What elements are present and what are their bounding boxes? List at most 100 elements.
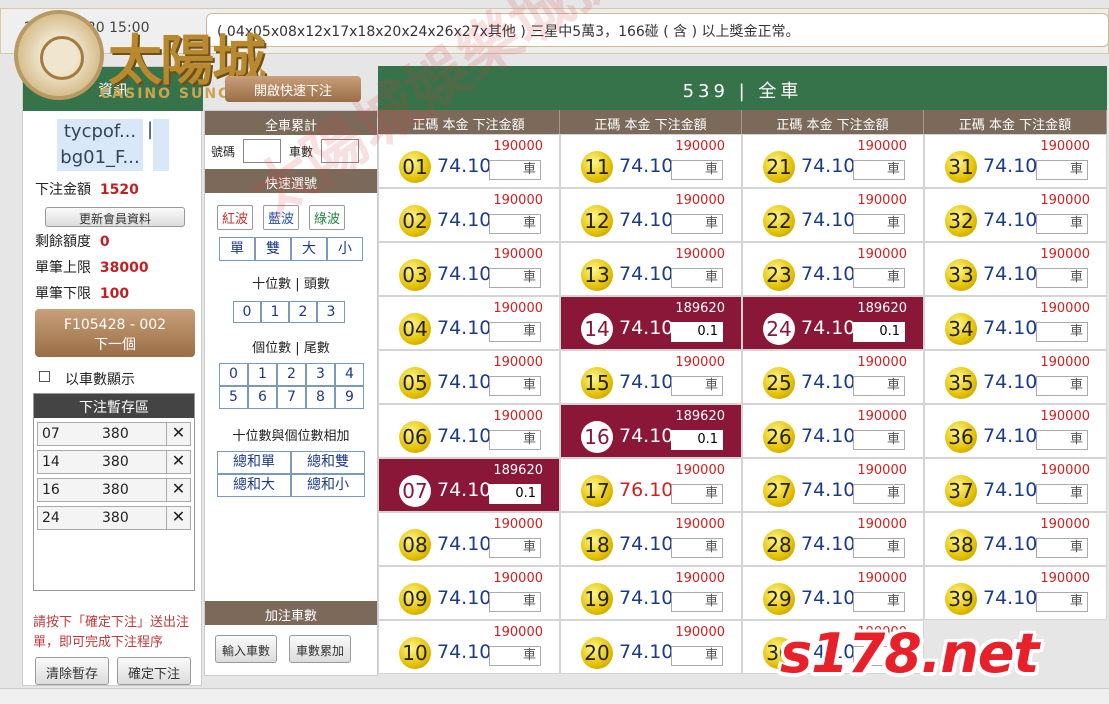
bet-input[interactable]: 車 bbox=[489, 592, 541, 612]
bet-input[interactable]: 車 bbox=[489, 376, 541, 396]
bet-input[interactable]: 車 bbox=[671, 592, 723, 612]
number-cell[interactable]: 28 74.10 190000 車 bbox=[742, 512, 924, 566]
bet-input[interactable]: 0.1 bbox=[671, 430, 723, 450]
number-cell[interactable]: 02 74.10 190000 車 bbox=[378, 188, 560, 242]
type-button[interactable]: 大 bbox=[291, 237, 327, 261]
units-button[interactable]: 3 bbox=[306, 363, 335, 386]
tens-button[interactable]: 2 bbox=[289, 301, 317, 323]
wave-button[interactable]: 綠波 bbox=[309, 205, 346, 230]
bet-input[interactable]: 車 bbox=[671, 160, 723, 180]
number-cell[interactable]: 29 74.10 190000 車 bbox=[742, 566, 924, 620]
number-cell[interactable]: 01 74.10 190000 車 bbox=[378, 134, 560, 188]
units-button[interactable]: 4 bbox=[335, 363, 364, 386]
number-cell[interactable]: 16 74.10 189620 0.1 bbox=[560, 404, 742, 458]
bet-input[interactable]: 車 bbox=[671, 214, 723, 234]
number-cell[interactable]: 37 74.10 190000 車 bbox=[924, 458, 1107, 512]
bet-input[interactable]: 車 bbox=[671, 646, 723, 666]
number-cell[interactable]: 36 74.10 190000 車 bbox=[924, 404, 1107, 458]
number-cell[interactable]: 10 74.10 190000 車 bbox=[378, 620, 560, 674]
number-cell[interactable]: 06 74.10 190000 車 bbox=[378, 404, 560, 458]
number-cell[interactable]: 34 74.10 190000 車 bbox=[924, 296, 1107, 350]
number-cell[interactable]: 14 74.10 189620 0.1 bbox=[560, 296, 742, 350]
number-cell[interactable]: 17 76.10 190000 車 bbox=[560, 458, 742, 512]
number-cell[interactable]: 32 74.10 190000 車 bbox=[924, 188, 1107, 242]
bet-input[interactable]: 車 bbox=[1036, 592, 1088, 612]
number-input[interactable] bbox=[243, 139, 281, 163]
bet-input[interactable]: 車 bbox=[853, 592, 905, 612]
bet-input[interactable]: 車 bbox=[489, 646, 541, 666]
bet-input[interactable]: 0.1 bbox=[489, 484, 541, 504]
sum-button[interactable]: 總和小 bbox=[291, 474, 365, 497]
units-button[interactable]: 1 bbox=[248, 363, 277, 386]
bet-input[interactable]: 車 bbox=[853, 484, 905, 504]
next-order-button[interactable]: F105428 - 002 下一個 bbox=[35, 309, 195, 357]
bet-input[interactable]: 車 bbox=[489, 430, 541, 450]
number-cell[interactable]: 39 74.10 190000 車 bbox=[924, 566, 1107, 620]
bet-input[interactable]: 車 bbox=[489, 268, 541, 288]
number-cell[interactable]: 24 74.10 189620 0.1 bbox=[742, 296, 924, 350]
sum-button[interactable]: 總和單 bbox=[217, 451, 291, 474]
type-button[interactable]: 雙 bbox=[255, 237, 291, 261]
remove-icon[interactable]: ✕ bbox=[166, 423, 190, 445]
input-count-button[interactable]: 輸入車數 bbox=[215, 635, 277, 663]
number-cell[interactable]: 22 74.10 190000 車 bbox=[742, 188, 924, 242]
sum-button[interactable]: 總和雙 bbox=[291, 451, 365, 474]
remove-icon[interactable]: ✕ bbox=[166, 451, 190, 473]
bet-input[interactable]: 車 bbox=[489, 214, 541, 234]
bet-input[interactable]: 車 bbox=[671, 484, 723, 504]
number-cell[interactable]: 38 74.10 190000 車 bbox=[924, 512, 1107, 566]
number-cell[interactable]: 23 74.10 190000 車 bbox=[742, 242, 924, 296]
bet-input[interactable]: 車 bbox=[1036, 430, 1088, 450]
number-cell[interactable]: 08 74.10 190000 車 bbox=[378, 512, 560, 566]
bet-input[interactable]: 車 bbox=[853, 376, 905, 396]
number-cell[interactable]: 21 74.10 190000 車 bbox=[742, 134, 924, 188]
show-by-count-checkbox[interactable] bbox=[39, 371, 50, 382]
bet-input[interactable]: 車 bbox=[853, 160, 905, 180]
quick-bet-button[interactable]: 開啟快速下注 bbox=[225, 76, 361, 102]
units-button[interactable]: 5 bbox=[219, 386, 248, 409]
type-button[interactable]: 小 bbox=[327, 237, 363, 261]
number-cell[interactable]: 18 74.10 190000 車 bbox=[560, 512, 742, 566]
tens-button[interactable]: 3 bbox=[317, 301, 345, 323]
bet-input[interactable]: 車 bbox=[489, 538, 541, 558]
wave-button[interactable]: 紅波 bbox=[217, 205, 254, 230]
bet-input[interactable]: 車 bbox=[1036, 484, 1088, 504]
count-input[interactable] bbox=[321, 139, 359, 163]
accumulate-count-button[interactable]: 車數累加 bbox=[289, 635, 351, 663]
number-cell[interactable]: 09 74.10 190000 車 bbox=[378, 566, 560, 620]
remove-icon[interactable]: ✕ bbox=[166, 507, 190, 529]
units-button[interactable]: 9 bbox=[335, 386, 364, 409]
units-button[interactable]: 2 bbox=[277, 363, 306, 386]
bet-input[interactable]: 車 bbox=[1036, 376, 1088, 396]
number-cell[interactable]: 35 74.10 190000 車 bbox=[924, 350, 1107, 404]
bet-input[interactable]: 車 bbox=[853, 214, 905, 234]
number-cell[interactable]: 20 74.10 190000 車 bbox=[560, 620, 742, 674]
number-cell[interactable]: 27 74.10 190000 車 bbox=[742, 458, 924, 512]
bet-input[interactable]: 車 bbox=[671, 538, 723, 558]
wave-button[interactable]: 藍波 bbox=[263, 205, 300, 230]
bet-input[interactable]: 車 bbox=[1036, 160, 1088, 180]
type-button[interactable]: 單 bbox=[219, 237, 255, 261]
number-cell[interactable]: 31 74.10 190000 車 bbox=[924, 134, 1107, 188]
bet-input[interactable]: 車 bbox=[489, 322, 541, 342]
bet-input[interactable]: 車 bbox=[1036, 322, 1088, 342]
number-cell[interactable]: 19 74.10 190000 車 bbox=[560, 566, 742, 620]
number-cell[interactable]: 12 74.10 190000 車 bbox=[560, 188, 742, 242]
number-cell[interactable]: 26 74.10 190000 車 bbox=[742, 404, 924, 458]
confirm-bet-button[interactable]: 確定下注 bbox=[117, 657, 191, 685]
horizontal-scrollbar[interactable] bbox=[0, 688, 1109, 704]
number-cell[interactable]: 05 74.10 190000 車 bbox=[378, 350, 560, 404]
bet-input[interactable]: 車 bbox=[1036, 214, 1088, 234]
bet-input[interactable]: 車 bbox=[671, 376, 723, 396]
number-cell[interactable]: 33 74.10 190000 車 bbox=[924, 242, 1107, 296]
bet-input[interactable]: 0.1 bbox=[853, 322, 905, 342]
bet-input[interactable]: 車 bbox=[671, 268, 723, 288]
number-cell[interactable]: 25 74.10 190000 車 bbox=[742, 350, 924, 404]
units-button[interactable]: 0 bbox=[219, 363, 248, 386]
bet-input[interactable]: 車 bbox=[853, 538, 905, 558]
clear-queue-button[interactable]: 清除暫存 bbox=[35, 657, 109, 685]
number-cell[interactable]: 11 74.10 190000 車 bbox=[560, 134, 742, 188]
number-cell[interactable]: 15 74.10 190000 車 bbox=[560, 350, 742, 404]
bet-input[interactable]: 0.1 bbox=[671, 322, 723, 342]
remove-icon[interactable]: ✕ bbox=[166, 479, 190, 501]
